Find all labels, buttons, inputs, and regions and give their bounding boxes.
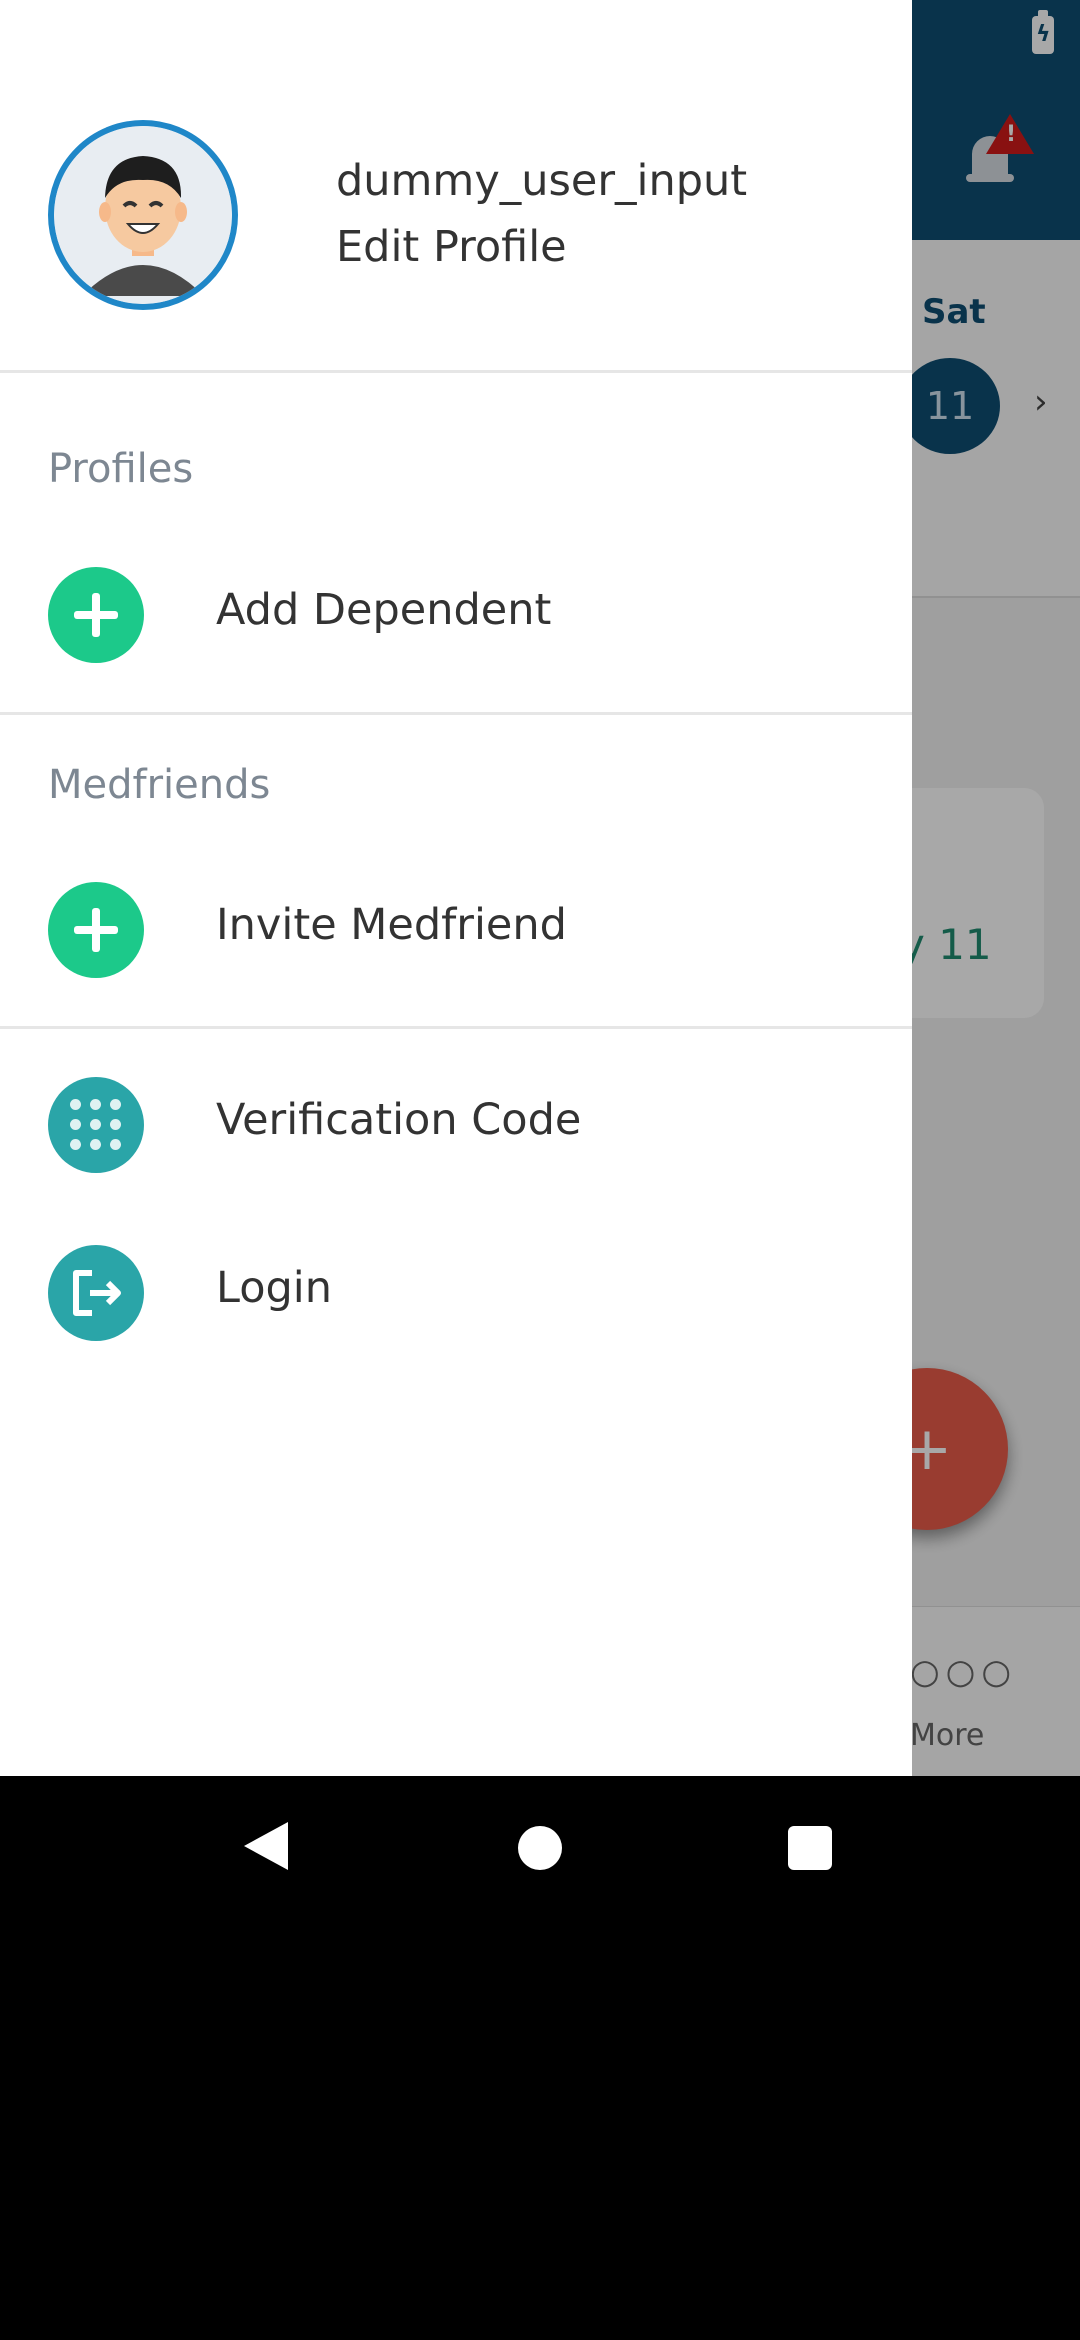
invite-medfriend-button[interactable]: Invite Medfriend <box>0 870 912 990</box>
navigation-drawer: dummy_user_input Edit Profile Profiles A… <box>0 0 912 1776</box>
section-header-profiles: Profiles <box>48 446 194 492</box>
login-icon <box>48 1245 144 1341</box>
avatar-face-icon <box>54 126 232 304</box>
profile-username[interactable]: dummy_user_input <box>336 156 747 206</box>
verification-code-label: Verification Code <box>216 1095 582 1145</box>
keypad-icon <box>48 1077 144 1173</box>
divider <box>0 1026 912 1029</box>
invite-medfriend-label: Invite Medfriend <box>216 900 567 950</box>
home-icon[interactable] <box>518 1826 562 1870</box>
back-icon[interactable] <box>244 1822 288 1870</box>
section-header-medfriends: Medfriends <box>48 762 271 808</box>
login-label: Login <box>216 1263 333 1313</box>
plus-icon <box>48 882 144 978</box>
add-dependent-label: Add Dependent <box>216 585 552 635</box>
login-button[interactable]: Login <box>0 1233 912 1353</box>
edit-profile-link[interactable]: Edit Profile <box>336 222 567 272</box>
add-dependent-button[interactable]: Add Dependent <box>0 555 912 675</box>
recent-apps-icon[interactable] <box>788 1826 832 1870</box>
divider <box>0 712 912 715</box>
plus-icon <box>48 567 144 663</box>
avatar[interactable] <box>48 120 238 310</box>
divider <box>0 370 912 373</box>
verification-code-button[interactable]: Verification Code <box>0 1065 912 1185</box>
